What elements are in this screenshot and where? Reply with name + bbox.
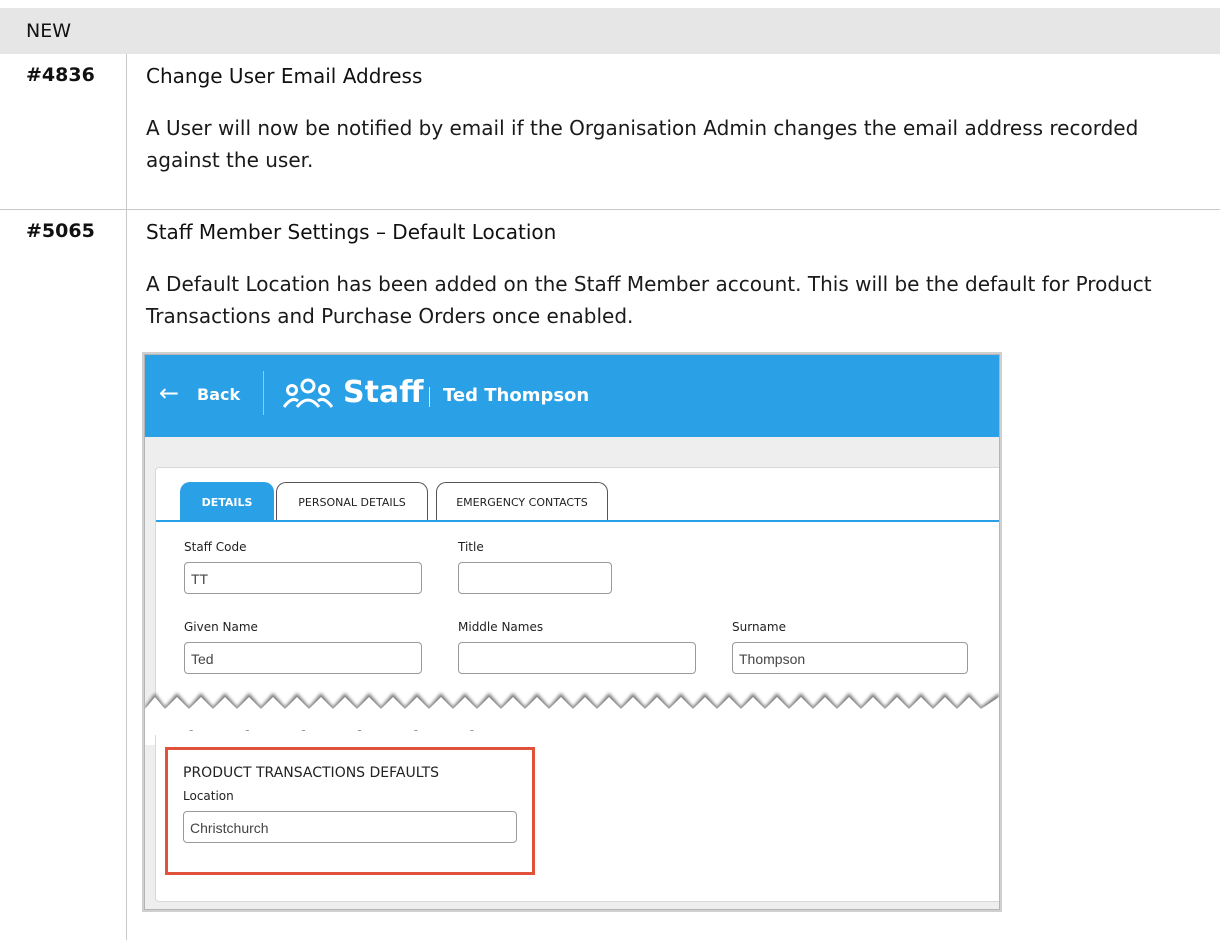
app-header-bar: ← Back Staff Ted Thompson [145, 355, 999, 437]
surname-label: Surname [732, 620, 786, 634]
record-name: Ted Thompson [443, 385, 590, 406]
header-separator [263, 371, 264, 415]
header-separator [429, 387, 430, 407]
row-divider [0, 209, 1220, 210]
faded-label-row: - - - - - - [189, 723, 499, 737]
issue-title: Staff Member Settings – Default Location [146, 220, 557, 244]
page-title: Staff [343, 375, 424, 410]
tab-personal-details[interactable]: PERSONAL DETAILS [276, 482, 428, 521]
issue-id: #4836 [26, 64, 95, 86]
title-label: Title [458, 540, 484, 554]
location-label: Location [183, 789, 234, 803]
tab-underline [156, 520, 999, 522]
issue-description: A User will now be notified by email if … [146, 116, 1139, 172]
back-button[interactable]: Back [197, 385, 240, 404]
location-input[interactable]: Christchurch [183, 811, 517, 843]
title-input[interactable] [458, 562, 612, 594]
column-divider [126, 54, 127, 940]
back-arrow-icon[interactable]: ← [159, 379, 179, 407]
tab-emergency-contacts[interactable]: EMERGENCY CONTACTS [436, 482, 608, 521]
issue-id: #5065 [26, 220, 95, 242]
product-defaults-heading: PRODUCT TRANSACTIONS DEFAULTS [183, 765, 440, 781]
given-name-label: Given Name [184, 620, 258, 634]
middle-names-label: Middle Names [458, 620, 544, 634]
middle-names-input[interactable] [458, 642, 696, 674]
staff-screenshot: ← Back Staff Ted Thompson DETAILS PERSON… [144, 354, 1000, 910]
people-group-icon [283, 378, 333, 408]
given-name-input[interactable]: Ted [184, 642, 422, 674]
section-header: NEW [0, 8, 1220, 54]
section-label: NEW [26, 20, 72, 42]
issue-description: A Default Location has been added on the… [146, 272, 1152, 328]
staff-code-label: Staff Code [184, 540, 247, 554]
surname-input[interactable]: Thompson [732, 642, 968, 674]
tab-details[interactable]: DETAILS [180, 482, 274, 521]
issue-title: Change User Email Address [146, 64, 423, 88]
staff-code-input[interactable]: TT [184, 562, 422, 594]
